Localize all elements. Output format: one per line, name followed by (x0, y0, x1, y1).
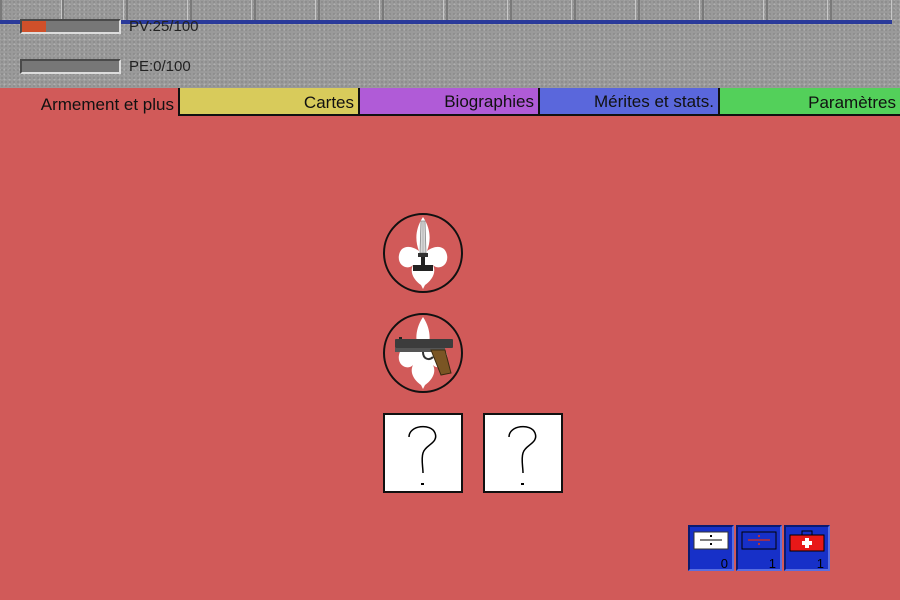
item-count: 1 (816, 556, 824, 571)
strip-cell (62, 0, 124, 20)
strip-cell (126, 0, 188, 20)
strip-cell (766, 0, 828, 20)
strip-cell (0, 0, 62, 20)
tab-merites[interactable]: Mérites et stats. (540, 88, 720, 116)
strip-cell (830, 0, 892, 20)
health-bar-fill (22, 21, 47, 32)
strip-cell (510, 0, 572, 20)
first-aid-kit-item[interactable]: 1 (784, 525, 830, 571)
fleur-de-lis-pistol-icon (395, 317, 453, 389)
strip-cell (574, 0, 636, 20)
energy-bar (20, 59, 121, 74)
strip-cell (382, 0, 444, 20)
medium-potion-item[interactable]: 0 (688, 525, 734, 571)
fleur-de-lis-dagger-icon (398, 217, 448, 289)
large-potion-item[interactable]: 1 (736, 525, 782, 571)
tab-cartes[interactable]: Cartes (180, 88, 360, 116)
locked-slot[interactable] (383, 413, 463, 493)
item-count: 1 (768, 556, 776, 571)
item-count: 0 (720, 556, 728, 571)
energy-label: PE:0/100 (129, 58, 191, 75)
tab-parametres[interactable]: Paramètres (720, 88, 900, 116)
locked-slot[interactable] (483, 413, 563, 493)
strip-cell (318, 0, 380, 20)
strip-cell (190, 0, 252, 20)
strip-cell (254, 0, 316, 20)
health-label: PV:25/100 (129, 18, 199, 35)
question-mark-icon (408, 425, 437, 485)
question-mark-icon (508, 425, 537, 485)
health-bar (20, 19, 121, 34)
strip-cell (638, 0, 700, 20)
strip-cell (702, 0, 764, 20)
strip-cell (446, 0, 508, 20)
melee-weapon-slot[interactable] (383, 213, 463, 293)
tab-biographies[interactable]: Biographies (360, 88, 540, 116)
status-hud: PV:25/100 PE:0/100 (0, 0, 900, 88)
ranged-weapon-slot[interactable] (383, 313, 463, 393)
tab-armement[interactable]: Armement et plus (0, 88, 180, 116)
